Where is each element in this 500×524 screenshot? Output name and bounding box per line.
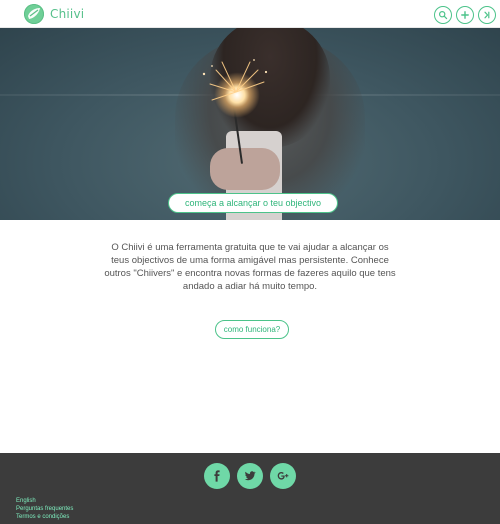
logo[interactable]: Chiivi [24, 3, 84, 25]
main-content: O Chiivi é uma ferramenta gratuita que t… [0, 221, 500, 453]
plus-icon [461, 11, 469, 19]
search-icon [438, 10, 448, 20]
hero-hands [210, 148, 280, 190]
footer-link-faq[interactable]: Perguntas frequentes [16, 505, 73, 513]
footer-links: English Perguntas frequentes Termos e co… [16, 497, 73, 521]
page: Chiivi começa a alcançar o teu objectivo… [0, 0, 500, 524]
footer: English Perguntas frequentes Termos e co… [0, 453, 500, 524]
google-plus-button[interactable] [270, 463, 296, 489]
intro-description: O Chiivi é uma ferramenta gratuita que t… [104, 242, 396, 292]
google-plus-icon [277, 472, 289, 480]
footer-link-language[interactable]: English [16, 497, 73, 505]
hero-banner: começa a alcançar o teu objectivo [0, 28, 500, 220]
how-it-works-button[interactable]: como funciona? [215, 320, 289, 339]
hero-cta-button[interactable]: começa a alcançar o teu objectivo [168, 193, 338, 213]
sparkler-rays [202, 59, 268, 101]
add-button[interactable] [456, 6, 474, 24]
login-button[interactable] [478, 6, 496, 24]
twitter-icon [244, 471, 256, 481]
facebook-icon [214, 470, 220, 482]
search-button[interactable] [434, 6, 452, 24]
footer-link-terms[interactable]: Termos e condições [16, 513, 73, 521]
login-icon [484, 11, 490, 19]
logo-leaf-icon [24, 4, 44, 24]
facebook-button[interactable] [204, 463, 230, 489]
brand-name: Chiivi [50, 7, 85, 21]
twitter-button[interactable] [237, 463, 263, 489]
top-header: Chiivi [0, 0, 500, 28]
